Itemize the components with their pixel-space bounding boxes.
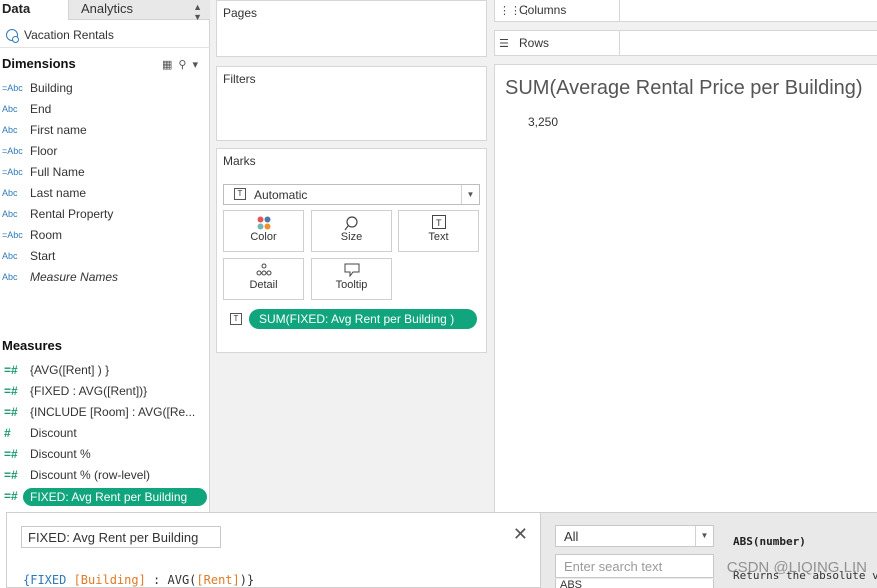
close-icon[interactable]: ✕ <box>513 525 528 543</box>
dimension-item[interactable]: =Abc Full Name <box>0 162 210 183</box>
mark-type-value: Automatic <box>254 188 308 202</box>
dimensions-title: Dimensions <box>2 56 76 71</box>
detail-icon <box>224 259 303 279</box>
dimensions-list: =Abc Building Abc End Abc First name =Abc Fl… <box>0 78 210 288</box>
calc-measure-icon: =# <box>4 468 18 482</box>
columns-shelf[interactable]: ⋮⋮⋮Columns <box>494 0 877 22</box>
size-icon <box>312 211 391 231</box>
pages-title: Pages <box>223 6 258 20</box>
marks-pill-row: T SUM(FIXED: Avg Rent per Building ) <box>223 309 483 329</box>
marks-card: Marks T Automatic ▼ Color Size T Text De… <box>216 148 487 353</box>
measure-item[interactable]: =# {AVG([Rent] ) } <box>0 360 210 381</box>
viz-value[interactable]: 3,250 <box>528 115 558 129</box>
datasource-label: Vacation Rentals <box>24 28 114 42</box>
viz-title[interactable]: SUM(Average Rental Price per Building) <box>505 77 863 100</box>
function-signature: ABS(number) <box>733 535 806 548</box>
dimension-item[interactable]: Abc First name <box>0 120 210 141</box>
calc-measure-icon: =# <box>4 447 18 461</box>
string-type-icon: =Abc <box>2 146 23 156</box>
measure-item[interactable]: =# Discount % (row-level) <box>0 465 210 486</box>
string-type-icon: Abc <box>2 125 18 135</box>
string-type-icon: Abc <box>2 188 18 198</box>
string-type-icon: Abc <box>2 251 18 261</box>
dimension-item[interactable]: Abc Start <box>0 246 210 267</box>
string-type-icon: =Abc <box>2 230 23 240</box>
calc-editor: FIXED: Avg Rent per Building ✕ {FIXED [B… <box>6 512 541 588</box>
detail-button[interactable]: Detail <box>223 258 304 300</box>
dimension-item[interactable]: =Abc Building <box>0 78 210 99</box>
watermark: CSDN @LIQING LIN <box>726 559 867 576</box>
size-button[interactable]: Size <box>311 210 392 252</box>
measure-item[interactable]: =# {FIXED : AVG([Rent])} <box>0 381 210 402</box>
measure-item[interactable]: # Discount <box>0 423 210 444</box>
view-toggle-icon[interactable]: ▦ <box>162 59 178 71</box>
sort-caret-icon[interactable]: ▲ ▼ <box>193 2 202 22</box>
dropdown-arrow-icon[interactable]: ▼ <box>695 526 713 546</box>
string-type-icon: =Abc <box>2 167 23 177</box>
function-filter-select[interactable]: All ▼ <box>555 525 714 547</box>
text-button[interactable]: T Text <box>398 210 479 252</box>
dimension-item[interactable]: =Abc Floor <box>0 141 210 162</box>
dimension-item[interactable]: Abc Rental Property <box>0 204 210 225</box>
function-panel: All ▼ Enter search text ABS ABS(number) … <box>541 512 877 588</box>
measures-list: =# {AVG([Rent] ) } =# {FIXED : AVG([Rent])… <box>0 360 210 507</box>
rows-icon: ☰ <box>499 38 509 50</box>
calc-measure-icon: =# <box>4 405 18 419</box>
svg-text:T: T <box>436 218 442 228</box>
measures-header: Measures <box>0 338 210 356</box>
function-list-item[interactable]: ABS <box>555 579 714 588</box>
calc-name-input[interactable]: FIXED: Avg Rent per Building <box>21 526 221 548</box>
string-type-icon: =Abc <box>2 83 23 93</box>
pages-shelf[interactable]: Pages <box>216 0 487 57</box>
rows-shelf[interactable]: ☰ Rows <box>494 30 877 56</box>
function-search-input[interactable]: Enter search text <box>555 554 714 578</box>
measure-pill[interactable]: SUM(FIXED: Avg Rent per Building ) <box>249 309 477 329</box>
measures-title: Measures <box>2 338 62 353</box>
filters-shelf[interactable]: Filters <box>216 66 487 141</box>
dropdown-arrow-icon[interactable]: ▾ <box>192 59 204 71</box>
text-icon: T <box>399 211 478 231</box>
color-button[interactable]: Color <box>223 210 304 252</box>
datasource-icon <box>6 29 19 43</box>
rows-label: Rows <box>519 36 550 50</box>
calc-measure-icon: =# <box>4 363 18 377</box>
color-dots-icon <box>224 211 303 231</box>
tab-data[interactable]: Data <box>0 0 68 20</box>
measure-item[interactable]: =# Discount % <box>0 444 210 465</box>
columns-label: Columns <box>519 3 567 17</box>
measure-icon: # <box>4 426 11 440</box>
data-pane: Data Analytics ▲ ▼ Vacation Rentals Dimen… <box>0 0 210 588</box>
calc-measure-icon: =# <box>4 489 18 503</box>
dimension-item[interactable]: Abc Last name <box>0 183 210 204</box>
marks-title: Marks <box>223 154 256 168</box>
string-type-icon: Abc <box>2 272 18 282</box>
tab-analytics-label: Analytics <box>81 1 134 16</box>
tab-analytics[interactable]: Analytics ▲ ▼ <box>68 0 210 22</box>
dropdown-arrow-icon[interactable]: ▼ <box>461 185 479 204</box>
calc-measure-icon: =# <box>4 384 18 398</box>
datasource-item[interactable]: Vacation Rentals <box>0 24 210 48</box>
string-type-icon: Abc <box>2 104 18 114</box>
calc-formula[interactable]: {FIXED [Building] : AVG([Rent])} <box>23 573 254 587</box>
columns-icon: ⋮⋮⋮ <box>499 5 532 17</box>
search-icon[interactable]: ⚲ <box>178 59 192 71</box>
measure-item[interactable]: =# {INCLUDE [Room] : AVG([Re... <box>0 402 210 423</box>
dimension-item[interactable]: Abc Measure Names <box>0 267 210 288</box>
text-mark-icon: T <box>234 188 246 200</box>
measure-item-selected[interactable]: =# FIXED: Avg Rent per Building <box>0 486 210 507</box>
selected-measure-pill[interactable]: FIXED: Avg Rent per Building <box>23 488 207 506</box>
text-mark-icon[interactable]: T <box>230 313 242 325</box>
dimension-item[interactable]: =Abc Room <box>0 225 210 246</box>
tooltip-button[interactable]: Tooltip <box>311 258 392 300</box>
viz-canvas[interactable]: SUM(Average Rental Price per Building) 3… <box>494 64 877 512</box>
filters-title: Filters <box>223 72 256 86</box>
dimension-item[interactable]: Abc End <box>0 99 210 120</box>
mark-type-select[interactable]: T Automatic ▼ <box>223 184 480 205</box>
dimensions-header: Dimensions ▦⚲▾ <box>0 56 210 74</box>
tooltip-icon <box>312 259 391 279</box>
string-type-icon: Abc <box>2 209 18 219</box>
